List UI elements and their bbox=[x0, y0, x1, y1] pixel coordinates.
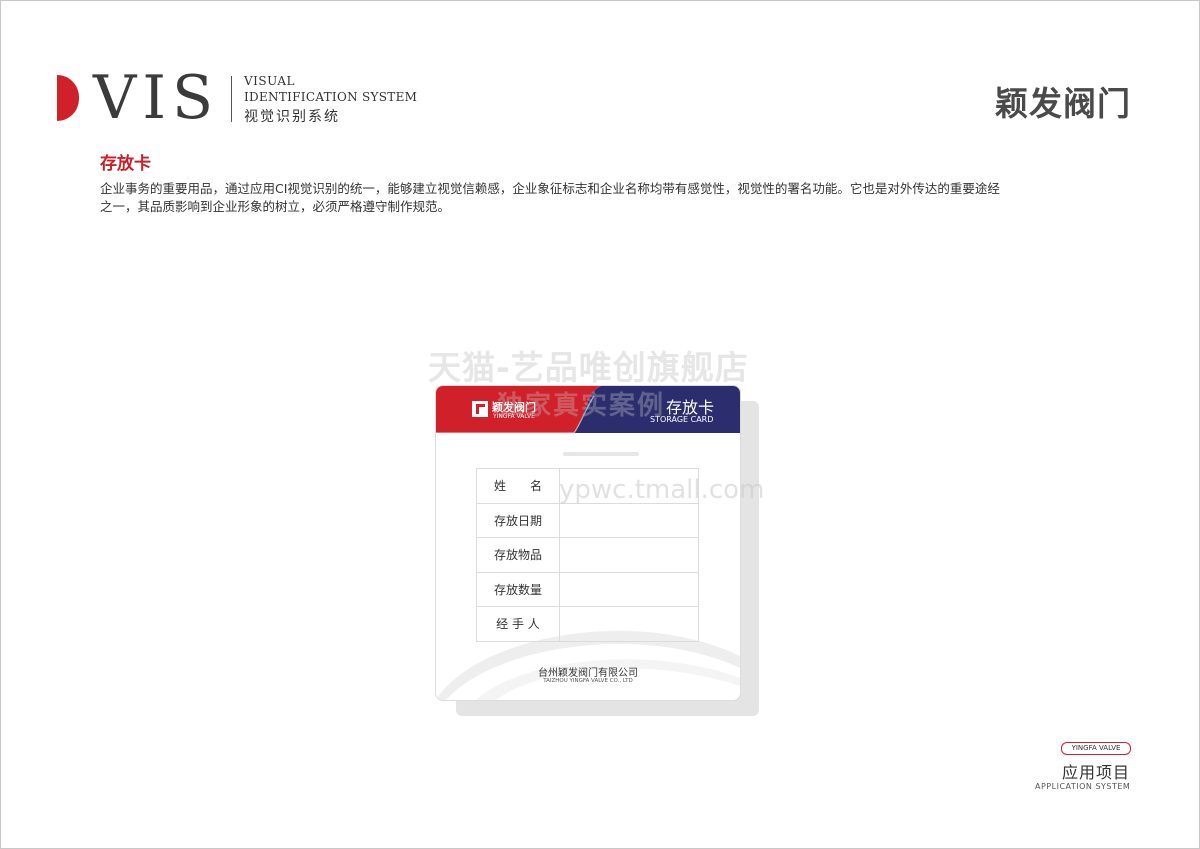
company-logo-icon bbox=[472, 401, 488, 417]
card-company-cn: 台州颖发阀门有限公司 bbox=[538, 668, 638, 679]
table-row: 存放物品 bbox=[476, 537, 699, 573]
row-label: 存放数量 bbox=[476, 571, 560, 607]
vis-subtitle-cn: 视觉识别系统 bbox=[244, 109, 340, 125]
card-hanger-line bbox=[563, 452, 639, 456]
section-description: 企业事务的重要用品，通过应用CI视觉识别的统一，能够建立视觉信赖感，企业象征标志… bbox=[100, 181, 1000, 214]
row-value-field bbox=[559, 537, 699, 573]
row-label: 存放物品 bbox=[476, 537, 560, 573]
footer-badge: YINGFA VALVE bbox=[1061, 742, 1131, 755]
vis-red-mark bbox=[57, 75, 79, 121]
vis-subtitle-line1: VISUAL bbox=[244, 74, 296, 88]
footer-title-en: APPLICATION SYSTEM bbox=[1035, 782, 1131, 791]
table-row: 经 手 人 bbox=[476, 606, 699, 642]
watermark-url: ypwc.tmall.com bbox=[559, 475, 765, 505]
vis-divider bbox=[231, 76, 232, 122]
row-label: 存放日期 bbox=[476, 502, 560, 538]
watermark-case: 独家真实案例 bbox=[497, 391, 666, 421]
watermark-shop: 天猫-艺品唯创旗舰店 bbox=[428, 348, 749, 387]
row-label: 经 手 人 bbox=[476, 606, 560, 642]
row-value-field bbox=[559, 606, 699, 642]
table-row: 存放日期 bbox=[476, 502, 699, 538]
row-label: 姓 名 bbox=[476, 468, 560, 504]
section-title: 存放卡 bbox=[100, 154, 151, 174]
footer-title-cn: 应用项目 bbox=[1062, 763, 1131, 782]
vis-subtitle-line2: IDENTIFICATION SYSTEM bbox=[244, 90, 418, 104]
card-company-en: TAIZHOU YINGFA VALVE CO., LTD bbox=[543, 678, 633, 684]
storage-card: 颖发阀门 YINGFA VALVE 存放卡 STORAGE CARD 姓 名 存… bbox=[435, 385, 741, 701]
row-value-field bbox=[559, 502, 699, 538]
vis-page: VIS VISUAL IDENTIFICATION SYSTEM 视觉识别系统 … bbox=[0, 0, 1200, 849]
row-value-field bbox=[559, 571, 699, 607]
brand-name: 颖发阀门 bbox=[995, 84, 1131, 123]
vis-logo-word: VIS bbox=[93, 63, 220, 133]
table-row: 存放数量 bbox=[476, 571, 699, 607]
